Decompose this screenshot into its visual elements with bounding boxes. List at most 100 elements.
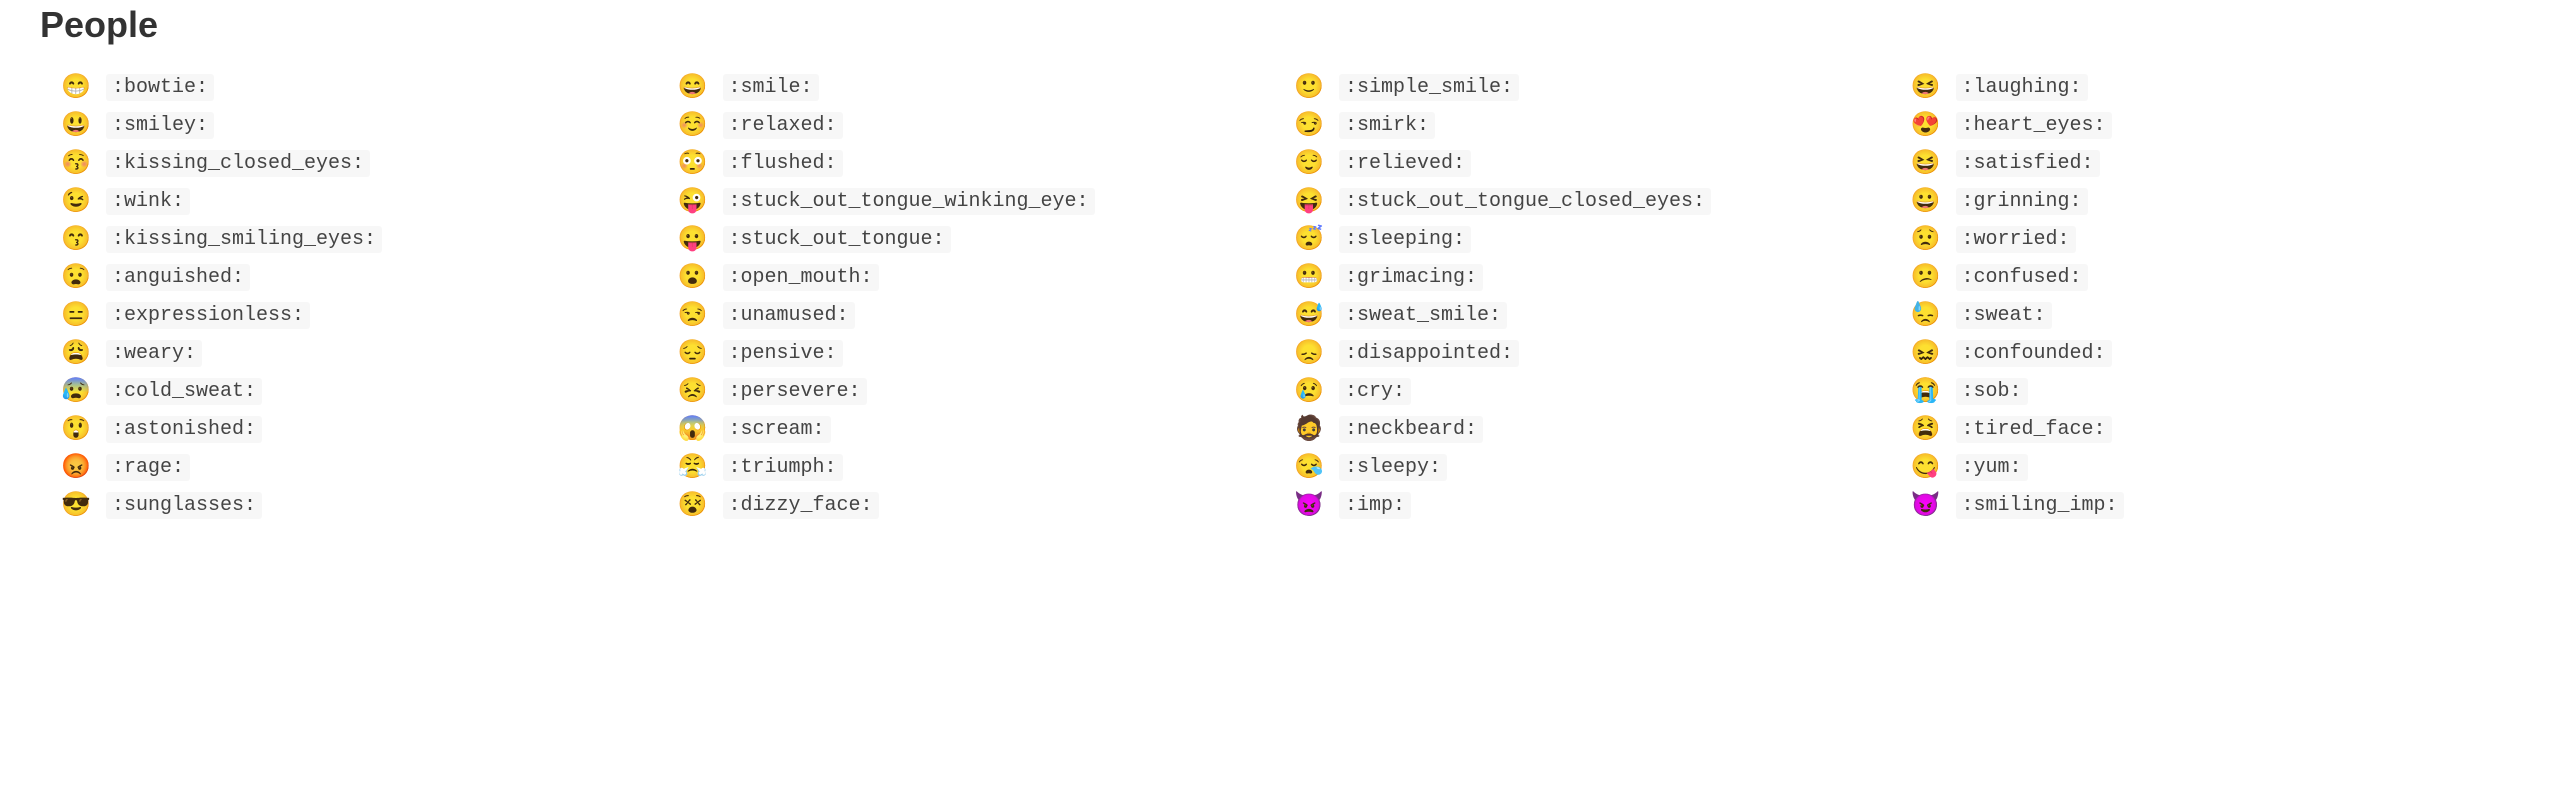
- flushed-icon: 😳: [677, 151, 709, 175]
- relieved-icon: 😌: [1293, 151, 1325, 175]
- simple_smile-icon: 🙂: [1293, 75, 1325, 99]
- confounded-icon: 😖: [1910, 341, 1942, 365]
- emoji-item-grimacing[interactable]: 😬:grimacing:: [1293, 260, 1900, 294]
- emoji-item-triumph[interactable]: 😤:triumph:: [677, 450, 1284, 484]
- emoji-item-stuck_out_tongue[interactable]: 😛:stuck_out_tongue:: [677, 222, 1284, 256]
- emoji-item-confounded[interactable]: 😖:confounded:: [1910, 336, 2517, 370]
- emoji-code: :relaxed:: [723, 112, 843, 139]
- emoji-item-flushed[interactable]: 😳:flushed:: [677, 146, 1284, 180]
- emoji-code: :disappointed:: [1339, 340, 1519, 367]
- emoji-item-cry[interactable]: 😢 :cry:: [1293, 374, 1900, 408]
- emoji-code: :rage:: [106, 454, 190, 481]
- emoji-item-heart_eyes[interactable]: 😍:heart_eyes:: [1910, 108, 2517, 142]
- tired_face-icon: 😫: [1910, 417, 1942, 441]
- triumph-icon: 😤: [677, 455, 709, 479]
- weary-icon: 😩: [60, 341, 92, 365]
- emoji-code: :stuck_out_tongue_closed_eyes:: [1339, 188, 1711, 215]
- grinning-icon: 😀: [1910, 189, 1942, 213]
- emoji-item-smirk[interactable]: 😏:smirk:: [1293, 108, 1900, 142]
- emoji-item-smiley[interactable]: 😃 :smiley:: [60, 108, 667, 142]
- smiley-icon: 😃: [60, 113, 92, 137]
- emoji-code: :tired_face:: [1956, 416, 2112, 443]
- smiling_imp-icon: 😈: [1910, 493, 1942, 517]
- emoji-item-sweat[interactable]: 😓:sweat:: [1910, 298, 2517, 332]
- emoji-code: :expressionless:: [106, 302, 310, 329]
- emoji-item-sob[interactable]: 😭:sob:: [1910, 374, 2517, 408]
- emoji-item-unamused[interactable]: 😒:unamused:: [677, 298, 1284, 332]
- emoji-item-rage[interactable]: 😡 :rage:: [60, 450, 667, 484]
- emoji-code: :grimacing:: [1339, 264, 1483, 291]
- emoji-code: :persevere:: [723, 378, 867, 405]
- emoji-item-bowtie[interactable]: 😁:bowtie:: [60, 70, 667, 104]
- sob-icon: 😭: [1910, 379, 1942, 403]
- emoji-item-disappointed[interactable]: 😞:disappointed:: [1293, 336, 1900, 370]
- emoji-item-pensive[interactable]: 😔:pensive:: [677, 336, 1284, 370]
- emoji-item-neckbeard[interactable]: 🧔:neckbeard:: [1293, 412, 1900, 446]
- emoji-code: :neckbeard:: [1339, 416, 1483, 443]
- sweat-icon: 😓: [1910, 303, 1942, 327]
- emoji-item-anguished[interactable]: 😧:anguished:: [60, 260, 667, 294]
- emoji-code: :cry:: [1339, 378, 1411, 405]
- yum-icon: 😋: [1910, 455, 1942, 479]
- emoji-item-grinning[interactable]: 😀:grinning:: [1910, 184, 2517, 218]
- emoji-item-relaxed[interactable]: ☺️ :relaxed:: [677, 108, 1284, 142]
- dizzy_face-icon: 😵: [677, 493, 709, 517]
- confused-icon: 😕: [1910, 265, 1942, 289]
- emoji-item-open_mouth[interactable]: 😮:open_mouth:: [677, 260, 1284, 294]
- emoji-item-weary[interactable]: 😩 :weary:: [60, 336, 667, 370]
- wink-icon: 😉: [60, 189, 92, 213]
- emoji-item-tired_face[interactable]: 😫 :tired_face:: [1910, 412, 2517, 446]
- emoji-item-sleeping[interactable]: 😴:sleeping:: [1293, 222, 1900, 256]
- stuck_out_tongue_winking_eye-icon: 😜: [677, 189, 709, 213]
- emoji-code: :sweat_smile:: [1339, 302, 1507, 329]
- heart_eyes-icon: 😍: [1910, 113, 1942, 137]
- emoji-item-simple_smile[interactable]: 🙂 :simple_smile:: [1293, 70, 1900, 104]
- emoji-code: :stuck_out_tongue:: [723, 226, 951, 253]
- emoji-item-smiling_imp[interactable]: 😈:smiling_imp:: [1910, 488, 2517, 522]
- emoji-code: :sunglasses:: [106, 492, 262, 519]
- emoji-item-smile[interactable]: 😄:smile:: [677, 70, 1284, 104]
- emoji-code: :unamused:: [723, 302, 855, 329]
- emoji-item-confused[interactable]: 😕 :confused:: [1910, 260, 2517, 294]
- emoji-item-laughing[interactable]: 😆:laughing:: [1910, 70, 2517, 104]
- emoji-item-sleepy[interactable]: 😪 :sleepy:: [1293, 450, 1900, 484]
- emoji-item-yum[interactable]: 😋:yum:: [1910, 450, 2517, 484]
- expressionless-icon: 😑: [60, 303, 92, 327]
- bowtie-icon: 😁: [60, 75, 92, 99]
- emoji-code: :smiley:: [106, 112, 214, 139]
- emoji-item-satisfied[interactable]: 😆:satisfied:: [1910, 146, 2517, 180]
- emoji-item-cold_sweat[interactable]: 😰:cold_sweat:: [60, 374, 667, 408]
- astonished-icon: 😲: [60, 417, 92, 441]
- emoji-item-scream[interactable]: 😱:scream:: [677, 412, 1284, 446]
- satisfied-icon: 😆: [1910, 151, 1942, 175]
- sleeping-icon: 😴: [1293, 227, 1325, 251]
- cry-icon: 😢: [1293, 379, 1325, 403]
- pensive-icon: 😔: [677, 341, 709, 365]
- emoji-code: :confused:: [1956, 264, 2088, 291]
- emoji-code: :wink:: [106, 188, 190, 215]
- emoji-item-persevere[interactable]: 😣:persevere:: [677, 374, 1284, 408]
- rage-icon: 😡: [60, 455, 92, 479]
- emoji-item-kissing_smiling_eyes[interactable]: 😙:kissing_smiling_eyes:: [60, 222, 667, 256]
- emoji-cheatsheet-page: People 😁:bowtie:😄:smile:🙂:simple_smile:😆…: [0, 0, 2556, 552]
- emoji-code: :weary:: [106, 340, 202, 367]
- imp-icon: 👿: [1293, 493, 1325, 517]
- emoji-item-imp[interactable]: 👿:imp:: [1293, 488, 1900, 522]
- emoji-code: :laughing:: [1956, 74, 2088, 101]
- emoji-code: :sleepy:: [1339, 454, 1447, 481]
- emoji-item-sunglasses[interactable]: 😎:sunglasses:: [60, 488, 667, 522]
- emoji-item-expressionless[interactable]: 😑 :expressionless:: [60, 298, 667, 332]
- relaxed-icon: ☺️: [677, 113, 709, 137]
- emoji-item-stuck_out_tongue_closed_eyes[interactable]: 😝:stuck_out_tongue_closed_eyes:: [1293, 184, 1900, 218]
- worried-icon: 😟: [1910, 227, 1942, 251]
- emoji-item-kissing_closed_eyes[interactable]: 😚:kissing_closed_eyes:: [60, 146, 667, 180]
- emoji-item-worried[interactable]: 😟:worried:: [1910, 222, 2517, 256]
- emoji-item-sweat_smile[interactable]: 😅:sweat_smile:: [1293, 298, 1900, 332]
- emoji-item-astonished[interactable]: 😲:astonished:: [60, 412, 667, 446]
- emoji-code: :simple_smile:: [1339, 74, 1519, 101]
- emoji-item-wink[interactable]: 😉 :wink:: [60, 184, 667, 218]
- sleepy-icon: 😪: [1293, 455, 1325, 479]
- emoji-item-dizzy_face[interactable]: 😵:dizzy_face:: [677, 488, 1284, 522]
- emoji-item-stuck_out_tongue_winking_eye[interactable]: 😜:stuck_out_tongue_winking_eye:: [677, 184, 1284, 218]
- emoji-item-relieved[interactable]: 😌:relieved:: [1293, 146, 1900, 180]
